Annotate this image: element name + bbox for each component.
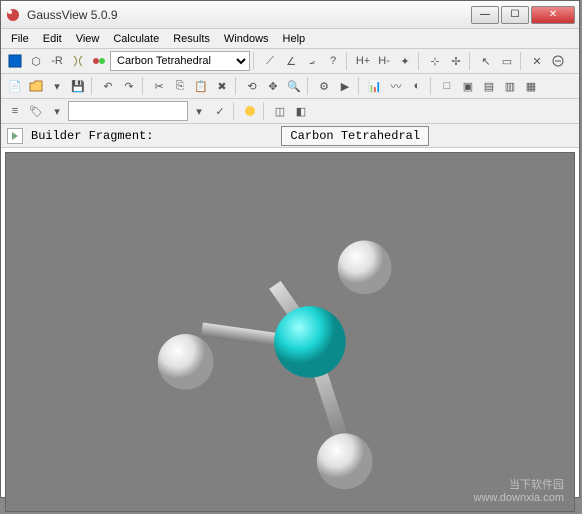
rubber-band-icon[interactable]: ▭ — [497, 51, 517, 71]
periodic-table-icon[interactable] — [5, 51, 25, 71]
menu-file[interactable]: File — [5, 31, 35, 47]
separator — [418, 52, 422, 70]
menu-edit[interactable]: Edit — [37, 31, 68, 47]
delete-h-icon[interactable]: H- — [374, 51, 394, 71]
dropdown3-icon[interactable]: ▾ — [189, 101, 209, 121]
opt-icon[interactable] — [240, 101, 260, 121]
tool-d-icon[interactable]: ▥ — [500, 76, 520, 96]
zoom-icon[interactable]: 🔍 — [284, 76, 304, 96]
center-icon[interactable]: ✢ — [446, 51, 466, 71]
menu-windows[interactable]: Windows — [218, 31, 275, 47]
molecule-viewport[interactable]: 当下软件园 www.downxia.com — [5, 152, 575, 512]
close-button[interactable]: ✕ — [531, 6, 575, 24]
molecule-render — [6, 153, 574, 511]
watermark: 当下软件园 www.downxia.com — [474, 479, 564, 505]
text-input[interactable] — [68, 101, 188, 121]
submit-icon[interactable]: ▶ — [335, 76, 355, 96]
separator — [233, 102, 237, 120]
surface-icon[interactable]: ◐ — [407, 76, 427, 96]
view-icon[interactable]: ◧ — [291, 101, 311, 121]
app-window: GaussView 5.0.9 — ☐ ✕ File Edit View Cal… — [0, 0, 580, 498]
fragment-icon[interactable] — [89, 51, 109, 71]
redo-icon[interactable]: ↷ — [119, 76, 139, 96]
fragment-label: Builder Fragment: — [31, 129, 153, 143]
menu-help[interactable]: Help — [277, 31, 312, 47]
translate-icon[interactable]: ✥ — [263, 76, 283, 96]
atom — [338, 241, 392, 295]
paste-icon[interactable]: 📋 — [191, 76, 211, 96]
new-icon[interactable]: 📄 — [5, 76, 25, 96]
symmetry-icon[interactable]: ⊹ — [425, 51, 445, 71]
atom-list-icon[interactable]: ≡ — [5, 101, 25, 121]
atom — [317, 433, 373, 489]
biological-icon[interactable] — [68, 51, 88, 71]
window-controls: — ☐ ✕ — [471, 6, 575, 24]
separator — [430, 77, 434, 95]
tool-b-icon[interactable]: ▣ — [458, 76, 478, 96]
menu-results[interactable]: Results — [167, 31, 216, 47]
separator — [263, 102, 267, 120]
separator — [235, 77, 239, 95]
separator — [307, 77, 311, 95]
menubar: File Edit View Calculate Results Windows… — [1, 29, 579, 49]
add-h-icon[interactable]: H+ — [353, 51, 373, 71]
separator — [142, 77, 146, 95]
results-icon[interactable]: 📊 — [365, 76, 385, 96]
clean-icon[interactable]: ✦ — [395, 51, 415, 71]
dihedral-icon[interactable]: ⦟ — [302, 51, 322, 71]
apply-icon[interactable]: ✓ — [210, 101, 230, 121]
delete-icon[interactable]: ✖ — [212, 76, 232, 96]
label-icon[interactable]: 🏷 — [26, 101, 46, 121]
tool-e-icon[interactable]: ▦ — [521, 76, 541, 96]
atom — [158, 334, 214, 390]
select-icon[interactable]: ↖ — [476, 51, 496, 71]
cut-icon[interactable]: ✂ — [149, 76, 169, 96]
watermark-line2: www.downxia.com — [474, 492, 564, 505]
bond-icon[interactable]: ⟋ — [260, 51, 280, 71]
ring-icon[interactable]: ⬡ — [26, 51, 46, 71]
minimize-button[interactable]: — — [471, 6, 499, 24]
element-combo[interactable]: Carbon Tetrahedral — [110, 51, 250, 71]
angle-icon[interactable]: ∠ — [281, 51, 301, 71]
fragment-value[interactable]: Carbon Tetrahedral — [281, 126, 429, 146]
save-icon[interactable]: 💾 — [68, 76, 88, 96]
maximize-button[interactable]: ☐ — [501, 6, 529, 24]
delete-atom-icon[interactable]: ✕ — [527, 51, 547, 71]
open-icon[interactable] — [26, 76, 46, 96]
copy-icon[interactable]: ⎘ — [170, 76, 190, 96]
separator — [253, 52, 257, 70]
display-icon[interactable]: ◫ — [270, 101, 290, 121]
play-icon[interactable] — [7, 128, 23, 144]
calc-setup-icon[interactable]: ⚙ — [314, 76, 334, 96]
watermark-line1: 当下软件园 — [474, 479, 564, 492]
separator — [469, 52, 473, 70]
tool-c-icon[interactable]: ▤ — [479, 76, 499, 96]
invert-icon[interactable] — [548, 51, 568, 71]
titlebar: GaussView 5.0.9 — ☐ ✕ — [1, 1, 579, 29]
toolbar-row-2: 📄 ▾ 💾 ↶ ↷ ✂ ⎘ 📋 ✖ ⟲ ✥ 🔍 ⚙ ▶ 📊 〰 ◐ □ ▣ ▤ … — [1, 74, 579, 99]
toolbar-row-3: ≡ 🏷 ▾ ▾ ✓ ◫ ◧ — [1, 99, 579, 124]
dropdown2-icon[interactable]: ▾ — [47, 101, 67, 121]
inquire-icon[interactable]: ? — [323, 51, 343, 71]
window-title: GaussView 5.0.9 — [27, 8, 471, 22]
separator — [358, 77, 362, 95]
menu-view[interactable]: View — [70, 31, 106, 47]
separator — [91, 77, 95, 95]
menu-calculate[interactable]: Calculate — [107, 31, 165, 47]
rotate-icon[interactable]: ⟲ — [242, 76, 262, 96]
fragment-bar: Builder Fragment: Carbon Tetrahedral — [1, 124, 579, 148]
separator — [520, 52, 524, 70]
dropdown-icon[interactable]: ▾ — [47, 76, 67, 96]
spectrum-icon[interactable]: 〰 — [386, 76, 406, 96]
group-icon[interactable]: -R — [47, 51, 67, 71]
undo-icon[interactable]: ↶ — [98, 76, 118, 96]
center-atom — [274, 306, 346, 378]
app-icon — [5, 7, 21, 23]
toolbar-row-1: ⬡ -R Carbon Tetrahedral ⟋ ∠ ⦟ ? H+ H- ✦ … — [1, 49, 579, 74]
separator — [346, 52, 350, 70]
tool-a-icon[interactable]: □ — [437, 76, 457, 96]
